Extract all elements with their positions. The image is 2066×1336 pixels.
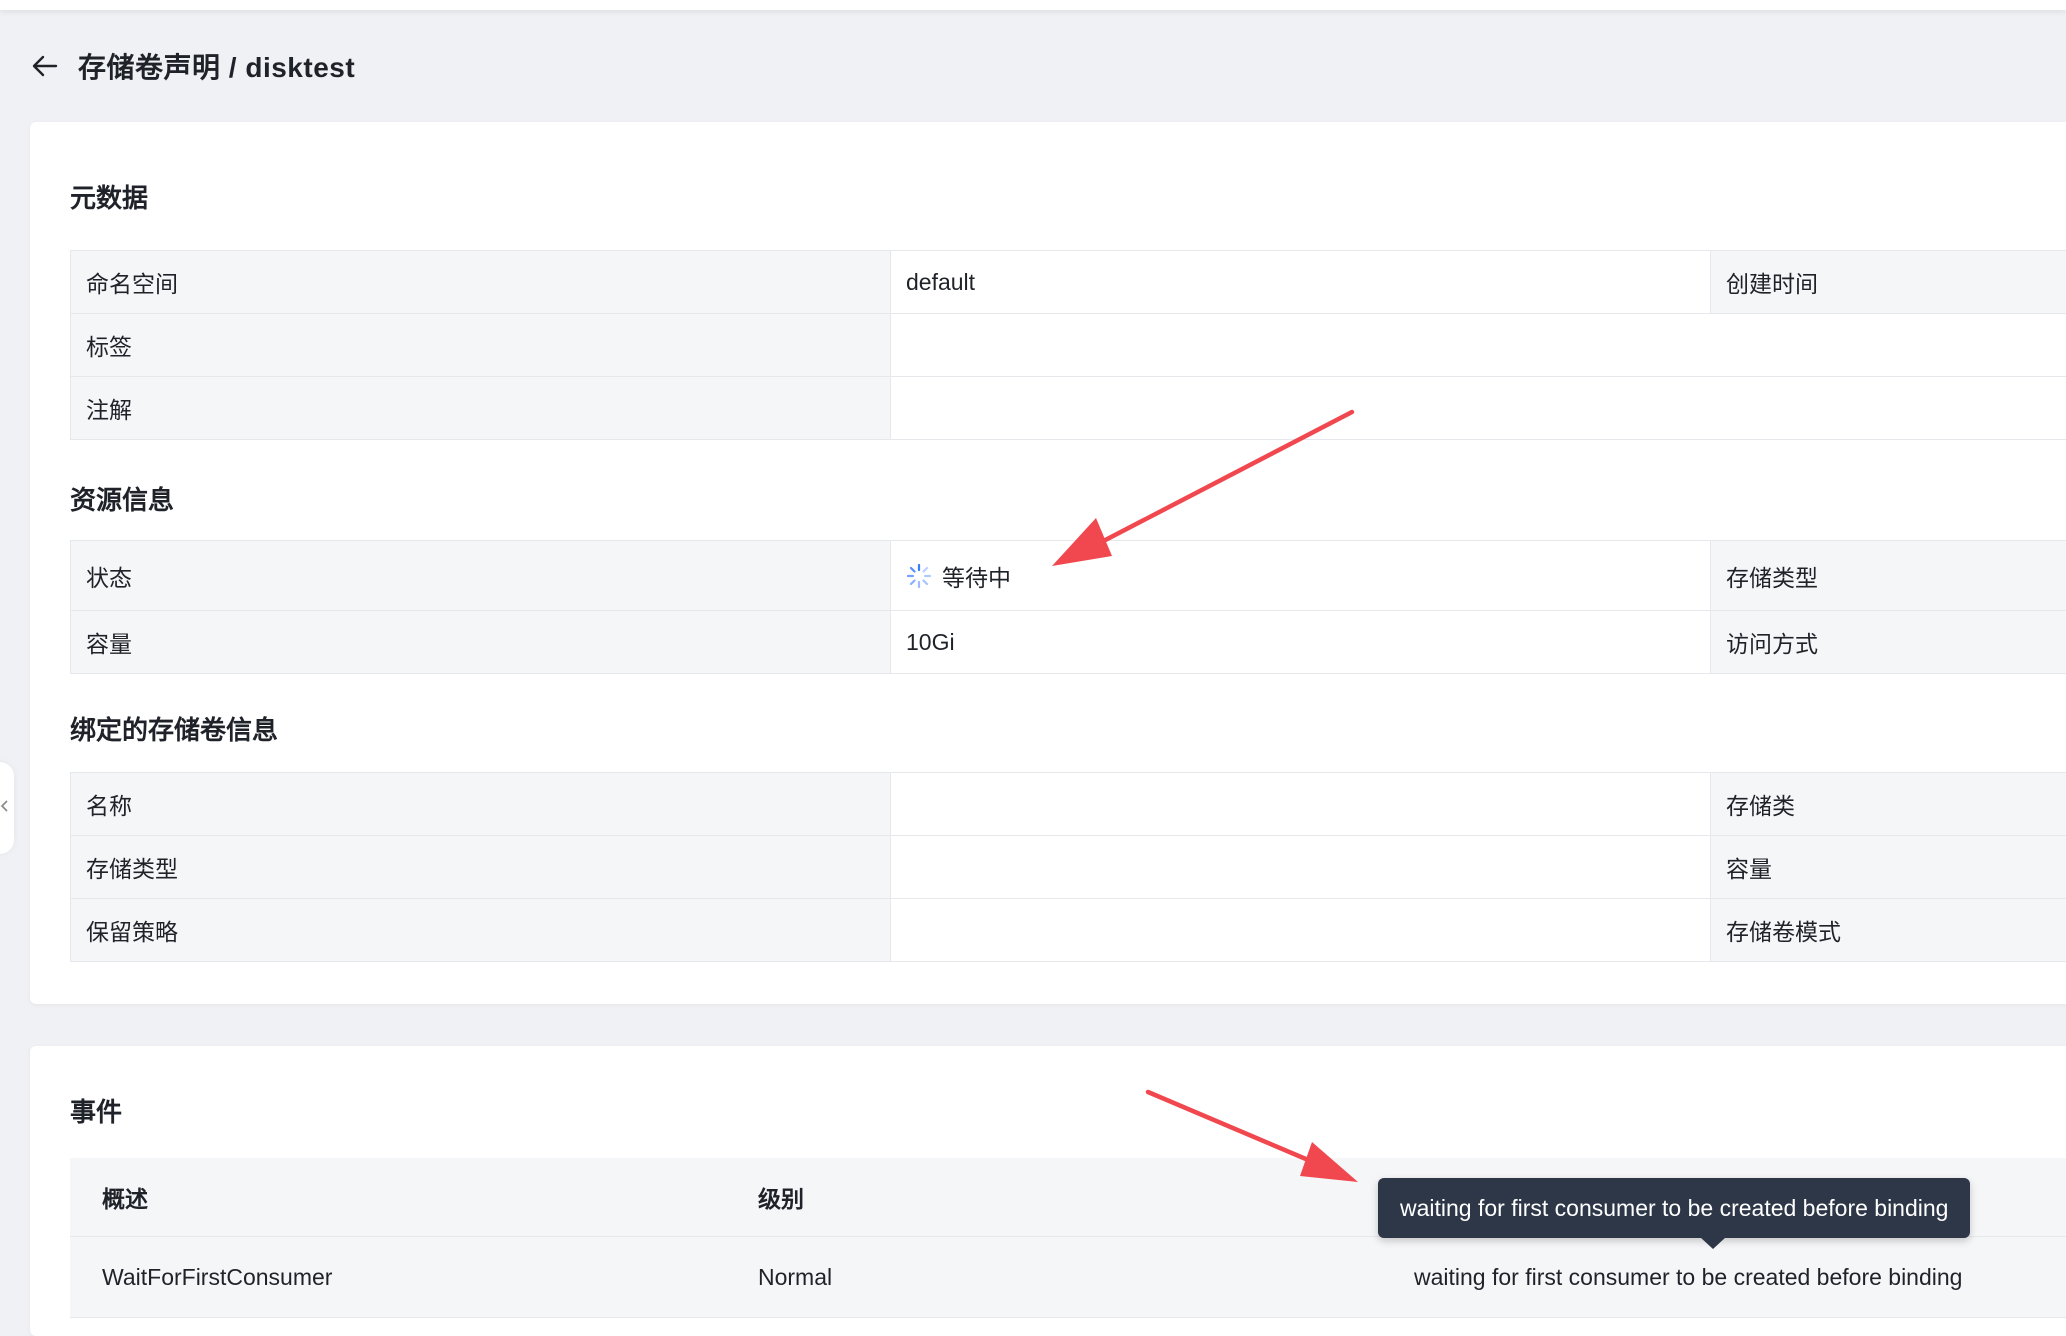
label-annotations: 注解 [71,377,891,440]
label-namespace: 命名空间 [71,251,891,314]
page-header: 存储卷声明 / disktest [30,44,355,88]
bound-row-storage-type: 存储类型 容量 [71,836,2066,899]
chevron-left-icon [0,799,8,817]
metadata-row-namespace: 命名空间 default 创建时间 [71,251,2066,314]
resource-row-capacity: 容量 10Gi 访问方式 [71,611,2066,674]
value-bound-storage-type [891,836,1711,899]
value-annotations [891,377,2066,440]
resource-table: 状态 [70,540,2066,674]
metadata-table: 命名空间 default 创建时间 标签 注解 [70,250,2066,440]
label-volume-mode: 存储卷模式 [1711,899,2066,962]
label-storage-class: 存储类 [1711,773,2066,836]
label-bound-storage-type: 存储类型 [71,836,891,899]
value-name [891,773,1711,836]
event-message-tooltip: waiting for first consumer to be created… [1378,1178,1970,1238]
page-title: 存储卷声明 / disktest [78,46,355,86]
tooltip-pointer [1700,1237,1726,1249]
label-labels: 标签 [71,314,891,377]
value-labels [891,314,2066,377]
section-title-metadata: 元数据 [70,178,148,215]
section-title-resource: 资源信息 [70,480,174,517]
value-capacity: 10Gi [891,611,1711,674]
table-row[interactable]: WaitForFirstConsumer Normal waiting for … [70,1237,2066,1318]
section-title-bound-volume: 绑定的存储卷信息 [70,710,278,747]
bound-row-reclaim-policy: 保留策略 存储卷模式 [71,899,2066,962]
sidebar-collapse-toggle[interactable] [0,762,14,854]
arrow-left-icon[interactable] [30,51,60,81]
metadata-row-labels: 标签 [71,314,2066,377]
value-reclaim-policy [891,899,1711,962]
value-status: 等待中 [891,541,1711,611]
label-access-mode: 访问方式 [1711,611,2066,674]
label-status: 状态 [71,541,891,611]
label-name: 名称 [71,773,891,836]
status-text: 等待中 [942,559,1011,593]
detail-card: 元数据 命名空间 default 创建时间 标签 注解 资源信息 状态 [30,122,2066,1004]
label-created-time: 创建时间 [1711,251,2066,314]
label-storage-type: 存储类型 [1711,541,2066,611]
label-reclaim-policy: 保留策略 [71,899,891,962]
loading-spinner-icon [906,563,932,589]
column-header-level[interactable]: 级别 [758,1180,804,1214]
bound-row-name: 名称 存储类 [71,773,2066,836]
label-capacity: 容量 [71,611,891,674]
value-namespace: default [891,251,1711,314]
label-bound-capacity: 容量 [1711,836,2066,899]
event-message[interactable]: waiting for first consumer to be created… [1414,1264,1962,1291]
resource-row-status: 状态 [71,541,2066,611]
top-bar [0,0,2066,10]
column-header-summary[interactable]: 概述 [102,1180,148,1214]
event-summary: WaitForFirstConsumer [102,1264,332,1291]
metadata-row-annotations: 注解 [71,377,2066,440]
section-title-events: 事件 [70,1092,122,1129]
bound-volume-table: 名称 存储类 存储类型 容量 保留策略 存储卷模式 [70,772,2066,962]
event-level: Normal [758,1264,832,1291]
